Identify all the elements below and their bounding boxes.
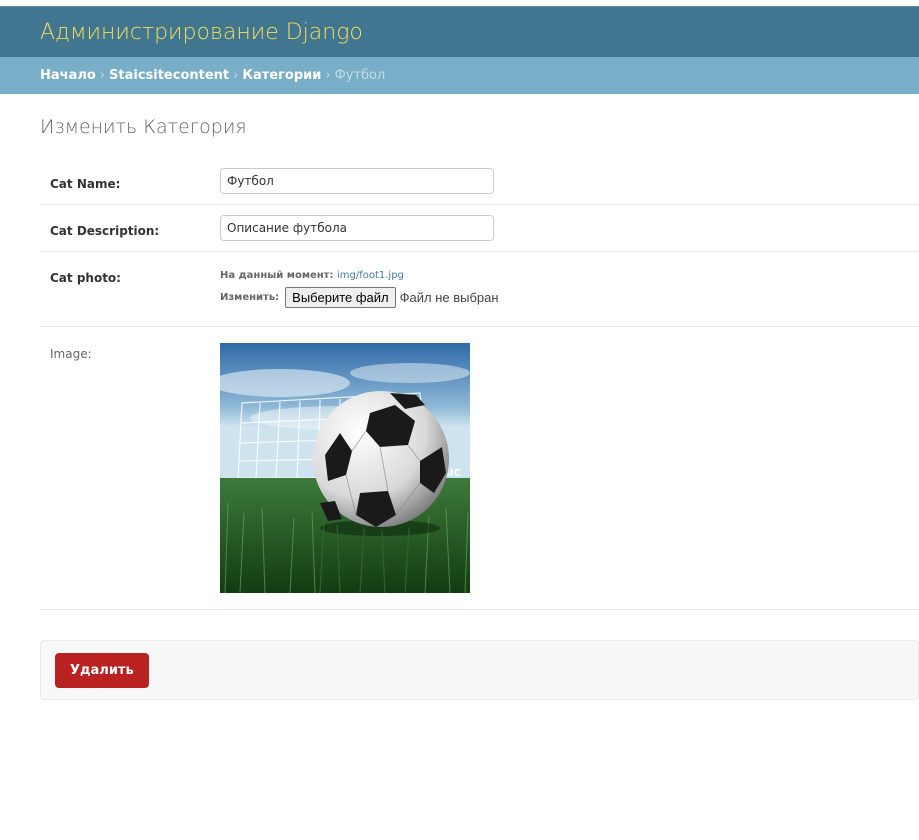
cat-photo-field: На данный момент: img/foot1.jpg Изменить… [220,262,499,308]
soccer-ball-image: AIC [220,343,470,593]
change-file-line: Изменить: Выберите файл Файл не выбран [220,287,499,308]
current-file-label: На данный момент: [220,270,334,281]
breadcrumb: Начало › Staicsitecontent › Категории › … [0,57,919,94]
breadcrumb-separator: › [233,68,239,83]
page-title: Изменить Категория [40,116,247,138]
main-content: Изменить Категория Cat Name: Футбол Cat … [0,94,919,700]
breadcrumb-current: Футбол [334,68,386,83]
cat-photo-label: Cat photo: [50,271,121,285]
cat-name-label: Cat Name: [50,177,121,191]
breadcrumb-home[interactable]: Начало [40,68,96,83]
form-row-cat-description: Cat Description: Описание футбола [40,205,919,252]
file-status-text: Файл не выбран [399,290,499,305]
cat-name-value: Футбол [227,174,274,188]
form-row-cat-name: Cat Name: Футбол [40,158,919,205]
breadcrumb-model[interactable]: Категории [242,68,321,83]
current-file-link[interactable]: img/foot1.jpg [337,270,404,281]
image-label: Image: [50,347,92,361]
form-row-cat-photo: Cat photo: На данный момент: img/foot1.j… [40,252,919,327]
cat-description-value: Описание футбола [227,221,347,235]
change-file-label: Изменить: [220,292,280,303]
category-image: AIC [220,343,470,593]
choose-file-button[interactable]: Выберите файл [285,287,396,308]
breadcrumb-separator: › [99,68,106,83]
submit-row: Удалить [40,640,919,700]
header: Администрирование Django [0,6,919,57]
breadcrumb-separator: › [325,68,331,83]
delete-button[interactable]: Удалить [55,652,149,688]
current-file-line: На данный момент: img/foot1.jpg [220,270,499,281]
site-branding[interactable]: Администрирование Django [40,20,363,45]
form-row-image: Image: AIC [40,327,919,610]
breadcrumb-app[interactable]: Staicsitecontent [109,68,229,83]
cat-description-input[interactable]: Описание футбола [220,215,494,241]
cat-name-input[interactable]: Футбол [220,168,494,194]
cat-description-label: Cat Description: [50,224,160,238]
